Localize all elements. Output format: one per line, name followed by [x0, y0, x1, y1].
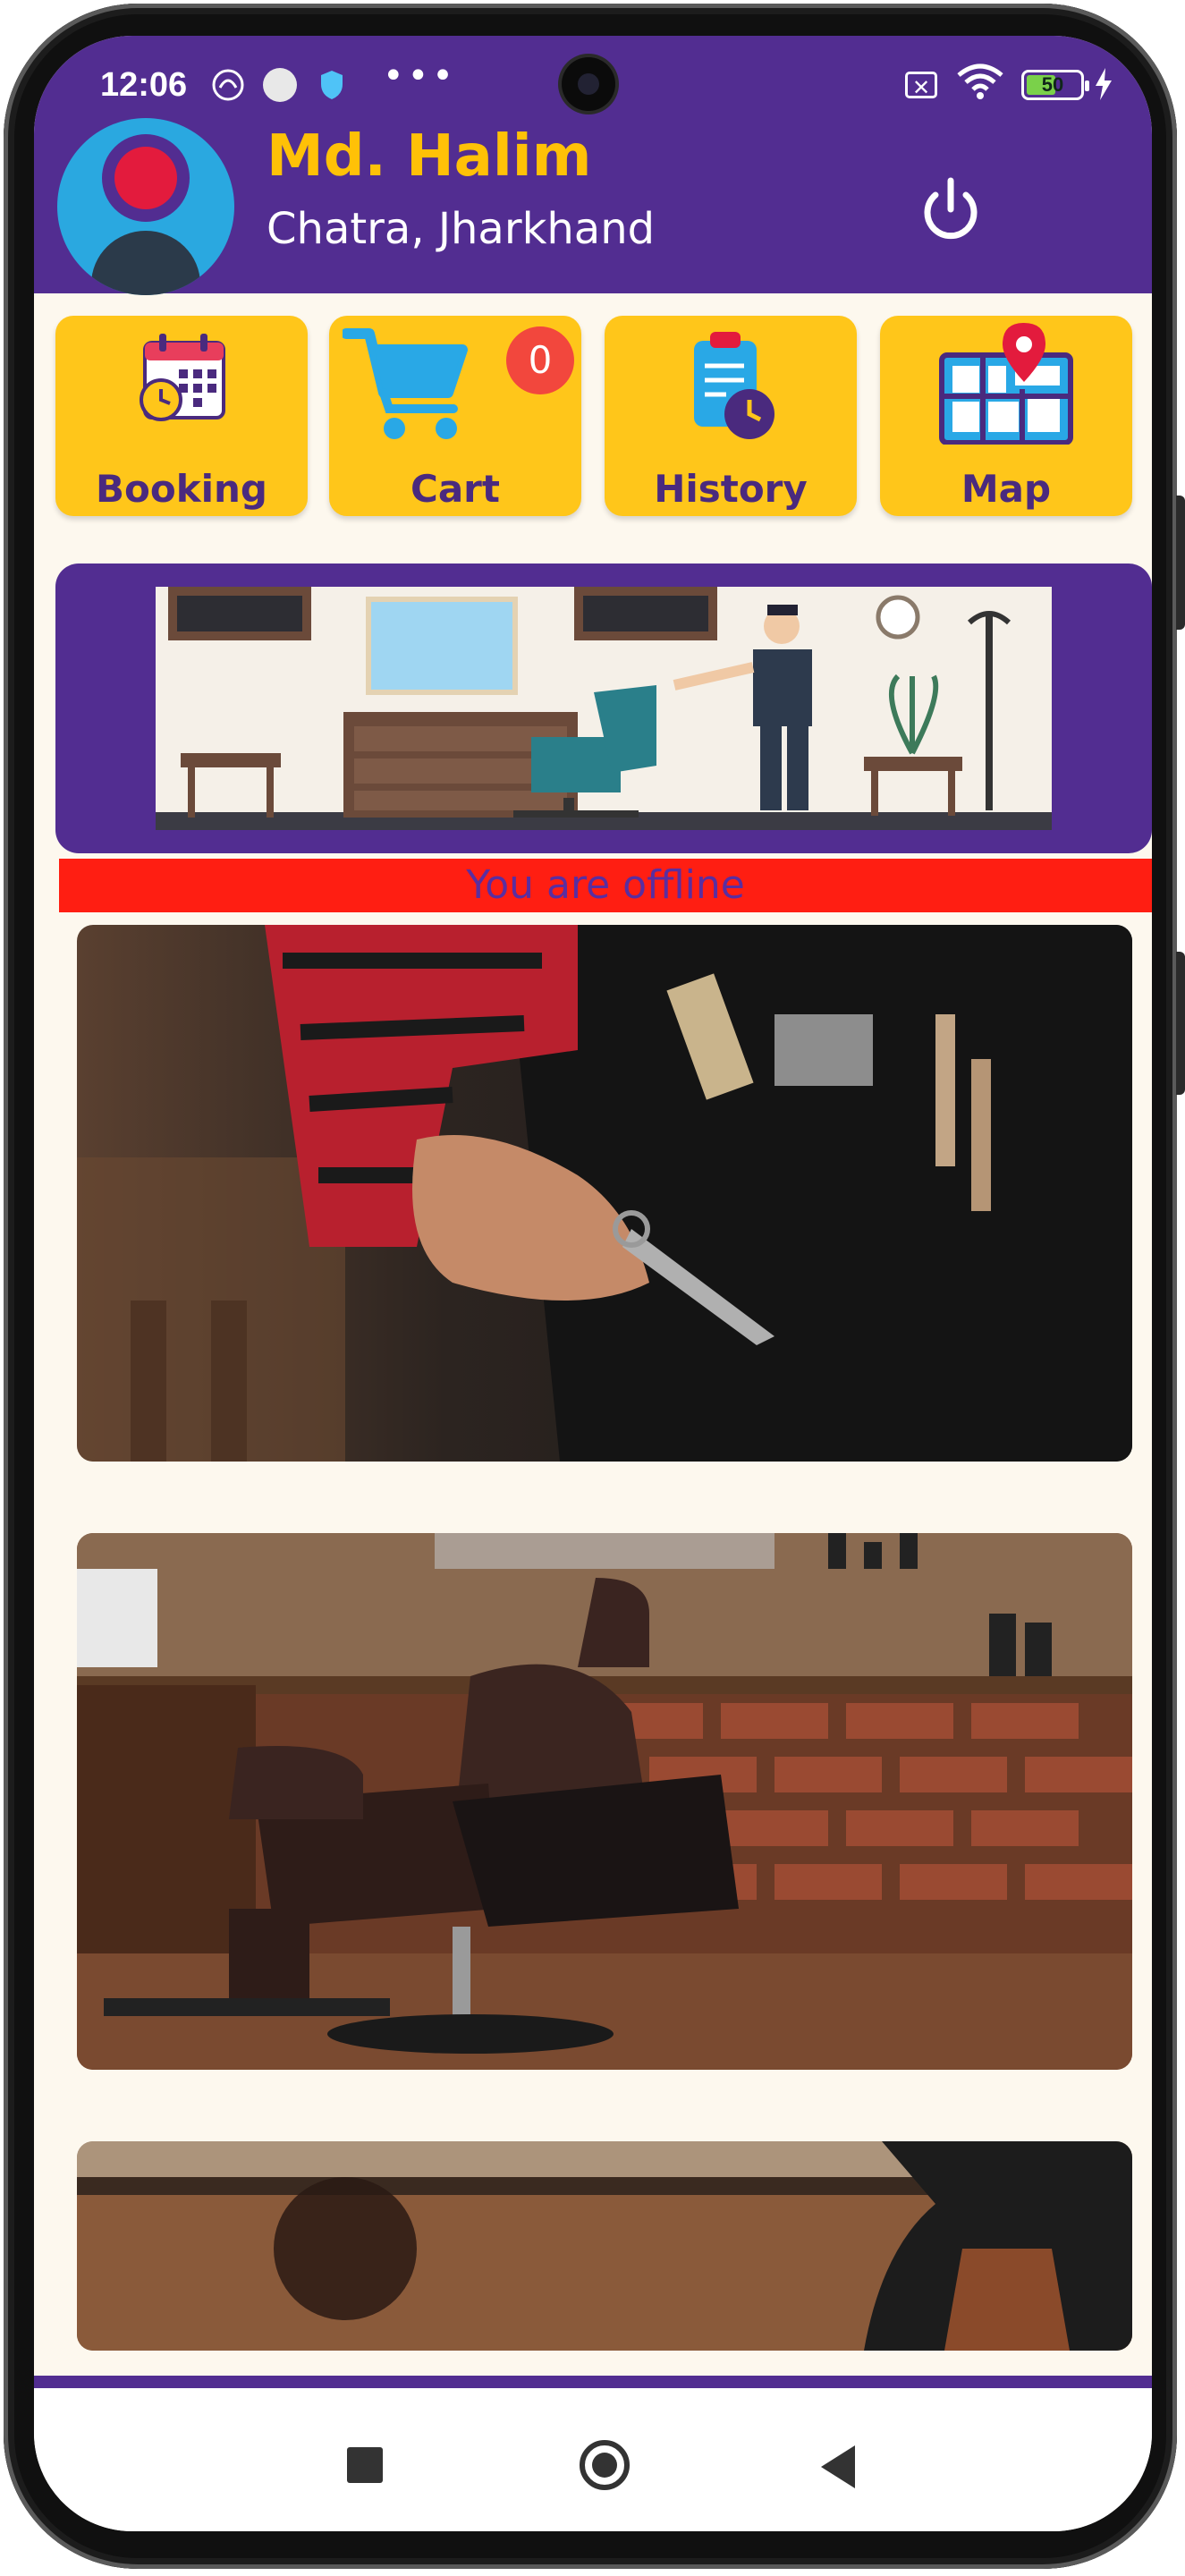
- battery-icon: 50: [1021, 70, 1089, 100]
- cart-label: Cart: [411, 467, 500, 511]
- map-pin-icon: [939, 323, 1073, 445]
- profile-notification-icon: [263, 68, 297, 102]
- more-notifications-icon: •••: [383, 55, 457, 97]
- wifi-icon: [957, 63, 1003, 104]
- avatar-body: [91, 231, 200, 295]
- carousel-photo-barber-scissors[interactable]: [77, 925, 1132, 1462]
- calendar-clock-icon: [140, 334, 225, 421]
- screen: 12:06 ••• ✕ 50 Md. Halim Chatra, Jharkha…: [34, 36, 1152, 2531]
- cart-tile[interactable]: 0 Cart: [329, 316, 581, 516]
- avatar[interactable]: [57, 118, 234, 295]
- shield-icon: [318, 68, 352, 102]
- clipboard-clock-icon: [694, 332, 774, 439]
- home-button[interactable]: [580, 2440, 630, 2490]
- power-side-button: [1176, 952, 1185, 1095]
- cart-count-badge: 0: [506, 326, 574, 394]
- system-nav-bar: [34, 2388, 1152, 2531]
- front-camera: [562, 57, 615, 111]
- no-sim-icon: ✕: [905, 72, 937, 100]
- avatar-head: [114, 147, 177, 209]
- charging-icon: [1093, 66, 1114, 106]
- map-tile[interactable]: Map: [880, 316, 1132, 516]
- status-bar: 12:06 ••• ✕ 50: [34, 36, 1152, 116]
- offline-banner: You are offline: [59, 859, 1152, 912]
- app-header: 12:06 ••• ✕ 50 Md. Halim Chatra, Jharkha…: [34, 36, 1152, 295]
- notification-app-icon: [211, 68, 245, 102]
- cart-icon: [343, 328, 468, 439]
- back-button[interactable]: [821, 2445, 855, 2488]
- phone-frame: 12:06 ••• ✕ 50 Md. Halim Chatra, Jharkha…: [4, 4, 1185, 2569]
- map-label: Map: [961, 467, 1052, 511]
- booking-label: Booking: [95, 467, 267, 511]
- bottom-divider: [34, 2376, 1152, 2388]
- promo-banner[interactable]: [55, 564, 1152, 853]
- carousel-photo-barber-shop[interactable]: [77, 2141, 1132, 2351]
- carousel-photo-barber-chair[interactable]: [77, 1533, 1132, 2070]
- history-label: History: [654, 467, 808, 511]
- user-name: Md. Halim: [267, 123, 592, 190]
- recents-button[interactable]: [347, 2447, 383, 2483]
- offline-message: You are offline: [466, 862, 745, 908]
- logout-power-icon[interactable]: [910, 170, 991, 250]
- booking-tile[interactable]: Booking: [55, 316, 308, 516]
- history-tile[interactable]: History: [605, 316, 857, 516]
- status-time: 12:06: [100, 66, 188, 104]
- battery-percent: 50: [1041, 73, 1064, 96]
- barber-illustration: [156, 587, 1052, 830]
- volume-button: [1176, 496, 1185, 630]
- user-location: Chatra, Jharkhand: [267, 204, 656, 254]
